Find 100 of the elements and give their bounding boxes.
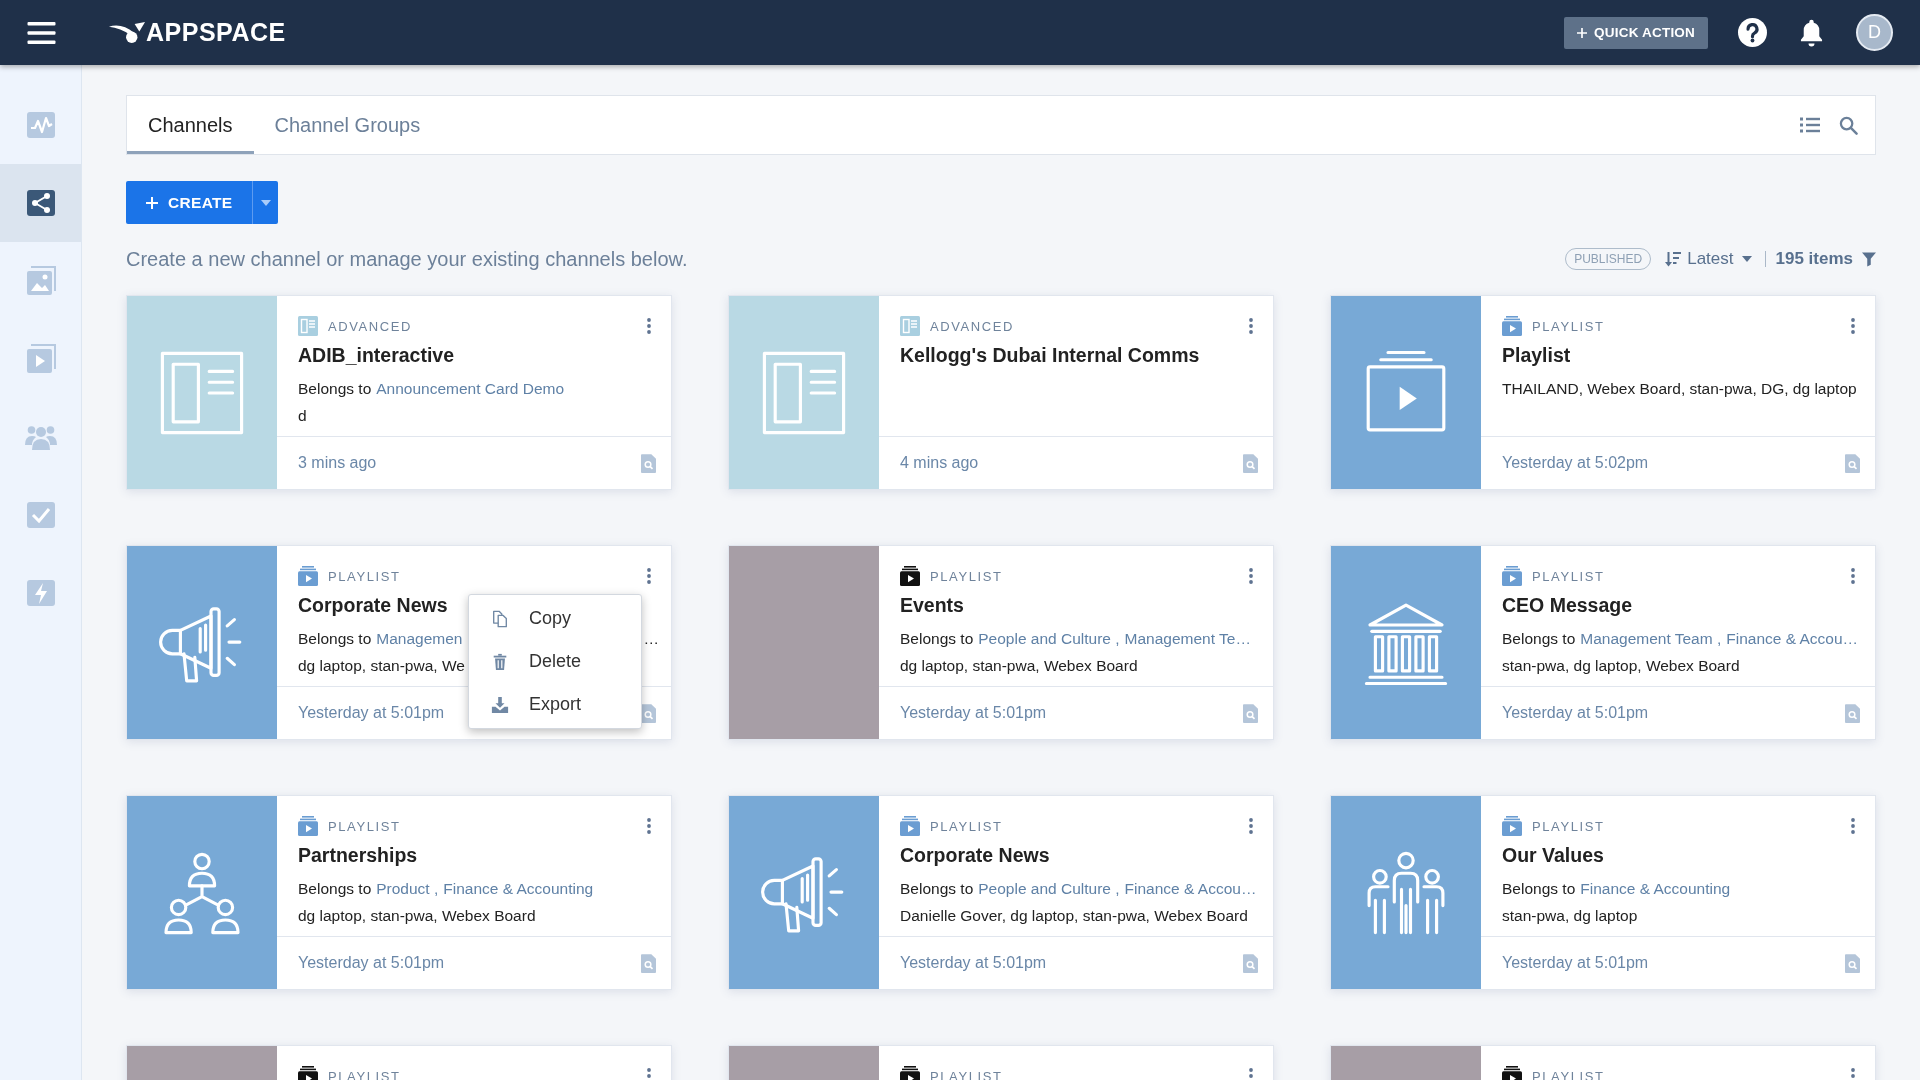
updated-time: Yesterday at 5:01pm: [1502, 704, 1649, 722]
vertical-dots-icon[interactable]: [1249, 318, 1253, 334]
tab[interactable]: Channel Groups: [253, 96, 442, 154]
layout-icon: [298, 316, 318, 336]
filter-icon[interactable]: [1862, 251, 1876, 267]
sort-dropdown[interactable]: Latest: [1665, 249, 1752, 269]
group-link[interactable]: Product ,: [376, 877, 439, 901]
vertical-dots-icon[interactable]: [1851, 1068, 1855, 1080]
channel-type-label: PLAYLIST: [1532, 568, 1605, 584]
device-list-text: stan-pwa, dg laptop, Webex Board: [1502, 656, 1740, 676]
channel-title: Our Values: [1502, 843, 1604, 868]
caret-down-icon: [260, 199, 271, 206]
belongs-to-text: Belongs to Managemen: [298, 627, 463, 651]
play-stack-icon: [900, 566, 920, 586]
channel-type-label: PLAYLIST: [328, 1068, 401, 1080]
play-stack-icon: [1502, 566, 1522, 586]
group-link[interactable]: Management Team ,: [1580, 627, 1722, 651]
updated-time: Yesterday at 5:01pm: [900, 704, 1047, 722]
sort-icon: [1665, 251, 1682, 267]
device-list-text: dg laptop, stan-pwa, We: [298, 656, 465, 676]
channel-title: Corporate News: [298, 593, 448, 618]
channel-type-label: PLAYLIST: [328, 568, 401, 584]
group-link[interactable]: Announcement Card Demo: [376, 377, 565, 401]
group-link[interactable]: Managemen: [376, 627, 463, 651]
play-stack-icon: [1502, 816, 1522, 836]
updated-time: 3 mins ago: [298, 454, 377, 472]
updated-time: Yesterday at 5:02pm: [1502, 454, 1649, 472]
logo-comet-icon: [108, 21, 146, 44]
play-stack-icon: [298, 566, 318, 586]
sidebar-item[interactable]: [0, 164, 81, 242]
vertical-dots-icon[interactable]: [1249, 568, 1253, 584]
channel-type-label: PLAYLIST: [1532, 818, 1605, 834]
plus-icon: [146, 196, 158, 209]
bell-icon[interactable]: [1798, 17, 1825, 48]
channel-title: Corporate News: [900, 843, 1050, 868]
updated-time: 4 mins ago: [900, 454, 979, 472]
list-view-icon[interactable]: [1800, 117, 1820, 133]
create-dropdown-button[interactable]: [252, 181, 279, 224]
group-link[interactable]: Finance & Accounting: [443, 877, 594, 901]
vertical-dots-icon[interactable]: [1249, 1068, 1253, 1080]
search-icon[interactable]: [1839, 115, 1858, 135]
menu-item[interactable]: Copy: [469, 597, 641, 640]
channel-type-label: PLAYLIST: [930, 1068, 1003, 1080]
channel-title: Partnerships: [298, 843, 418, 868]
help-icon[interactable]: [1738, 18, 1767, 47]
lightning-icon: [24, 577, 57, 609]
play-stack-icon: [298, 816, 318, 836]
item-count: 195 items: [1775, 249, 1853, 269]
channel-type-label: PLAYLIST: [1532, 318, 1605, 334]
play-stack-icon: [24, 343, 57, 375]
updated-time: Yesterday at 5:01pm: [1502, 954, 1649, 972]
layout-icon: [900, 316, 920, 336]
vertical-dots-icon[interactable]: [647, 568, 651, 584]
channel-type-label: PLAYLIST: [1532, 1068, 1605, 1080]
channel-title: Kellogg's Dubai Internal Comms: [900, 343, 1200, 368]
group-link[interactable]: People and Culture ,: [978, 877, 1120, 901]
updated-time: Yesterday at 5:01pm: [900, 954, 1047, 972]
group-link[interactable]: Finance & Accou…: [1726, 627, 1859, 651]
channel-title: ADIB_interactive: [298, 343, 455, 368]
play-stack-icon: [900, 816, 920, 836]
vertical-dots-icon[interactable]: [1249, 818, 1253, 834]
device-list-text: stan-pwa, dg laptop: [1502, 906, 1638, 926]
group-link[interactable]: Management Te…: [1124, 627, 1251, 651]
image-icon: [24, 265, 57, 297]
group-link[interactable]: Finance & Accou…: [1124, 877, 1257, 901]
vertical-dots-icon[interactable]: [1851, 568, 1855, 584]
belongs-to-text: Belongs to Product , Finance & Accounting: [298, 877, 594, 901]
group-link[interactable]: Finance & Accounting: [1580, 877, 1731, 901]
pulse-chart-icon: [24, 109, 57, 141]
device-list-text: Danielle Gover, dg laptop, stan-pwa, Webex Board: [900, 906, 1248, 926]
share-icon: [24, 187, 57, 219]
logo-wordmark: APPSPACE: [146, 18, 286, 47]
copy-icon: [491, 609, 509, 628]
belongs-to-text: Belongs to Management Team , Finance & Accou…: [1502, 627, 1859, 651]
belongs-to-text: Belongs to People and Culture , Management Te…: [900, 627, 1251, 651]
trash-icon: [491, 652, 509, 671]
checkbox-icon: [24, 499, 57, 531]
vertical-dots-icon[interactable]: [647, 818, 651, 834]
quick-action-button[interactable]: QUICK ACTION: [1564, 16, 1708, 49]
create-button[interactable]: CREATE: [126, 181, 253, 224]
device-list-text: THAILAND, Webex Board, stan-pwa, DG, dg laptop: [1502, 379, 1857, 399]
updated-time: Yesterday at 5:01pm: [298, 704, 445, 722]
device-list-text: dg laptop, stan-pwa, Webex Board: [900, 656, 1138, 676]
vertical-dots-icon[interactable]: [1851, 818, 1855, 834]
ellipsis-text: …: [643, 629, 659, 649]
vertical-dots-icon[interactable]: [647, 318, 651, 334]
plus-icon: [1577, 27, 1588, 38]
menu-icon[interactable]: [27, 21, 56, 44]
channel-type-label: PLAYLIST: [328, 818, 401, 834]
device-list-text: d: [298, 406, 307, 426]
updated-time: Yesterday at 5:01pm: [298, 954, 445, 972]
menu-item[interactable]: Export: [469, 683, 641, 726]
channel-type-label: PLAYLIST: [930, 568, 1003, 584]
belongs-to-text: Belongs to Announcement Card Demo: [298, 377, 565, 401]
menu-item[interactable]: Delete: [469, 640, 641, 683]
group-link[interactable]: People and Culture ,: [978, 627, 1120, 651]
page-description: Create a new channel or manage your existing channels below.: [126, 247, 688, 271]
tab[interactable]: Channels: [127, 96, 254, 154]
vertical-dots-icon[interactable]: [647, 1068, 651, 1080]
vertical-dots-icon[interactable]: [1851, 318, 1855, 334]
